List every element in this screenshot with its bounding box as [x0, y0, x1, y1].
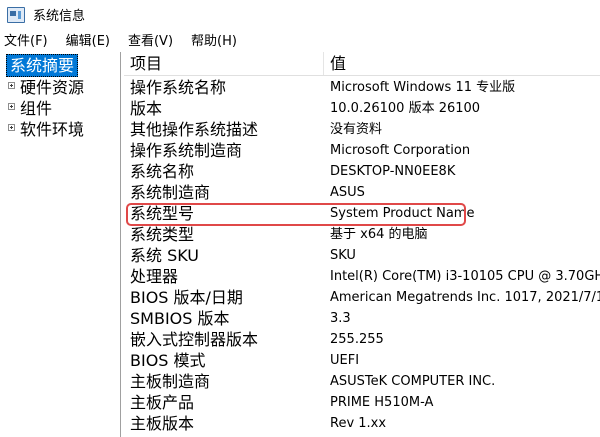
- table-header: 项目 值: [124, 52, 600, 76]
- row-item-value: PRIME H510M-A: [330, 395, 434, 410]
- column-header-value[interactable]: 值: [330, 53, 346, 75]
- column-header-item[interactable]: 项目: [130, 53, 162, 75]
- table-row[interactable]: 主板产品 PRIME H510M-A: [124, 392, 600, 413]
- system-info-icon: [7, 6, 25, 23]
- row-item-value: 10.0.26100 版本 26100: [330, 101, 481, 116]
- category-tree: 系统摘要 硬件资源 组件 软件环境: [2, 52, 121, 437]
- menu-view[interactable]: 查看(V): [128, 30, 173, 49]
- expand-icon[interactable]: [8, 124, 15, 131]
- table-row[interactable]: SMBIOS 版本 3.3: [124, 308, 600, 329]
- row-item-value: 基于 x64 的电脑: [330, 227, 428, 242]
- row-item-name: 版本: [130, 99, 163, 118]
- row-item-name: BIOS 版本/日期: [130, 288, 243, 307]
- row-item-name: 主板产品: [130, 393, 195, 412]
- row-item-value: 没有资料: [330, 122, 383, 137]
- table-row[interactable]: BIOS 版本/日期 American Megatrends Inc. 1017,…: [124, 287, 600, 308]
- tree-item-label: 软件环境: [20, 119, 85, 139]
- table-row[interactable]: 系统名称 DESKTOP-NN0EE8K: [124, 161, 600, 182]
- row-item-name: 系统名称: [130, 162, 195, 181]
- row-item-name: 系统制造商: [130, 183, 211, 202]
- table-row[interactable]: 主板版本 Rev 1.xx: [124, 413, 600, 434]
- row-item-value: ASUSTeK COMPUTER INC.: [330, 374, 496, 389]
- row-item-name: 操作系统制造商: [130, 141, 243, 160]
- row-item-value: Intel(R) Core(TM) i3-10105 CPU @ 3.70GHz…: [330, 269, 600, 284]
- table-row[interactable]: 处理器 Intel(R) Core(TM) i3-10105 CPU @ 3.70…: [124, 266, 600, 287]
- menu-edit[interactable]: 编辑(E): [66, 30, 110, 49]
- table-row[interactable]: 其他操作系统描述 没有资料: [124, 119, 600, 140]
- column-divider[interactable]: [323, 52, 324, 75]
- row-item-name: 主板制造商: [130, 372, 211, 391]
- row-item-value: Microsoft Corporation: [330, 143, 471, 158]
- row-item-value: Microsoft Windows 11 专业版: [330, 80, 516, 95]
- row-item-value: 3.3: [330, 311, 351, 326]
- table-row[interactable]: 版本 10.0.26100 版本 26100: [124, 98, 600, 119]
- title-bar: 系统信息: [0, 0, 600, 29]
- row-item-name: 系统类型: [130, 225, 195, 244]
- row-item-name: SMBIOS 版本: [130, 309, 230, 328]
- details-table: 项目 值 操作系统名称 Microsoft Windows 11 专业版版本 10.…: [124, 52, 600, 437]
- expand-icon[interactable]: [8, 82, 15, 89]
- row-item-name: 其他操作系统描述: [130, 120, 259, 139]
- tree-item-hardware-resources[interactable]: 硬件资源: [8, 75, 84, 97]
- row-item-value: ASUS: [330, 185, 365, 200]
- menu-file[interactable]: 文件(F): [4, 30, 48, 49]
- row-item-name: 系统 SKU: [130, 246, 200, 265]
- row-item-name: 操作系统名称: [130, 78, 227, 97]
- row-item-value: UEFI: [330, 353, 360, 368]
- table-row[interactable]: 主板制造商 ASUSTeK COMPUTER INC.: [124, 371, 600, 392]
- table-row[interactable]: BIOS 模式 UEFI: [124, 350, 600, 371]
- row-item-value: SKU: [330, 248, 356, 263]
- row-item-name: 主板版本: [130, 414, 195, 433]
- tree-item-components[interactable]: 组件: [8, 96, 52, 118]
- row-item-name: 处理器: [130, 267, 179, 286]
- table-row[interactable]: 嵌入式控制器版本 255.255: [124, 329, 600, 350]
- menu-bar: 文件(F) 编辑(E) 查看(V) 帮助(H): [0, 29, 600, 49]
- row-item-value: 255.255: [330, 332, 384, 347]
- table-row[interactable]: 操作系统制造商 Microsoft Corporation: [124, 140, 600, 161]
- table-row[interactable]: 系统 SKU SKU: [124, 245, 600, 266]
- table-row[interactable]: 操作系统名称 Microsoft Windows 11 专业版: [124, 77, 600, 98]
- tree-item-software-environment[interactable]: 软件环境: [8, 117, 85, 139]
- window-title: 系统信息: [33, 9, 86, 24]
- row-item-value: American Megatrends Inc. 1017, 2021/7/12: [330, 290, 600, 305]
- expand-icon[interactable]: [8, 103, 15, 110]
- row-item-name: BIOS 模式: [130, 351, 206, 370]
- row-item-name: 嵌入式控制器版本: [130, 330, 259, 349]
- table-row[interactable]: 系统类型 基于 x64 的电脑: [124, 224, 600, 245]
- table-row[interactable]: 系统制造商 ASUS: [124, 182, 600, 203]
- highlight-annotation: [126, 203, 466, 226]
- row-item-value: Rev 1.xx: [330, 416, 387, 431]
- menu-help[interactable]: 帮助(H): [191, 30, 237, 49]
- row-item-value: DESKTOP-NN0EE8K: [330, 164, 456, 179]
